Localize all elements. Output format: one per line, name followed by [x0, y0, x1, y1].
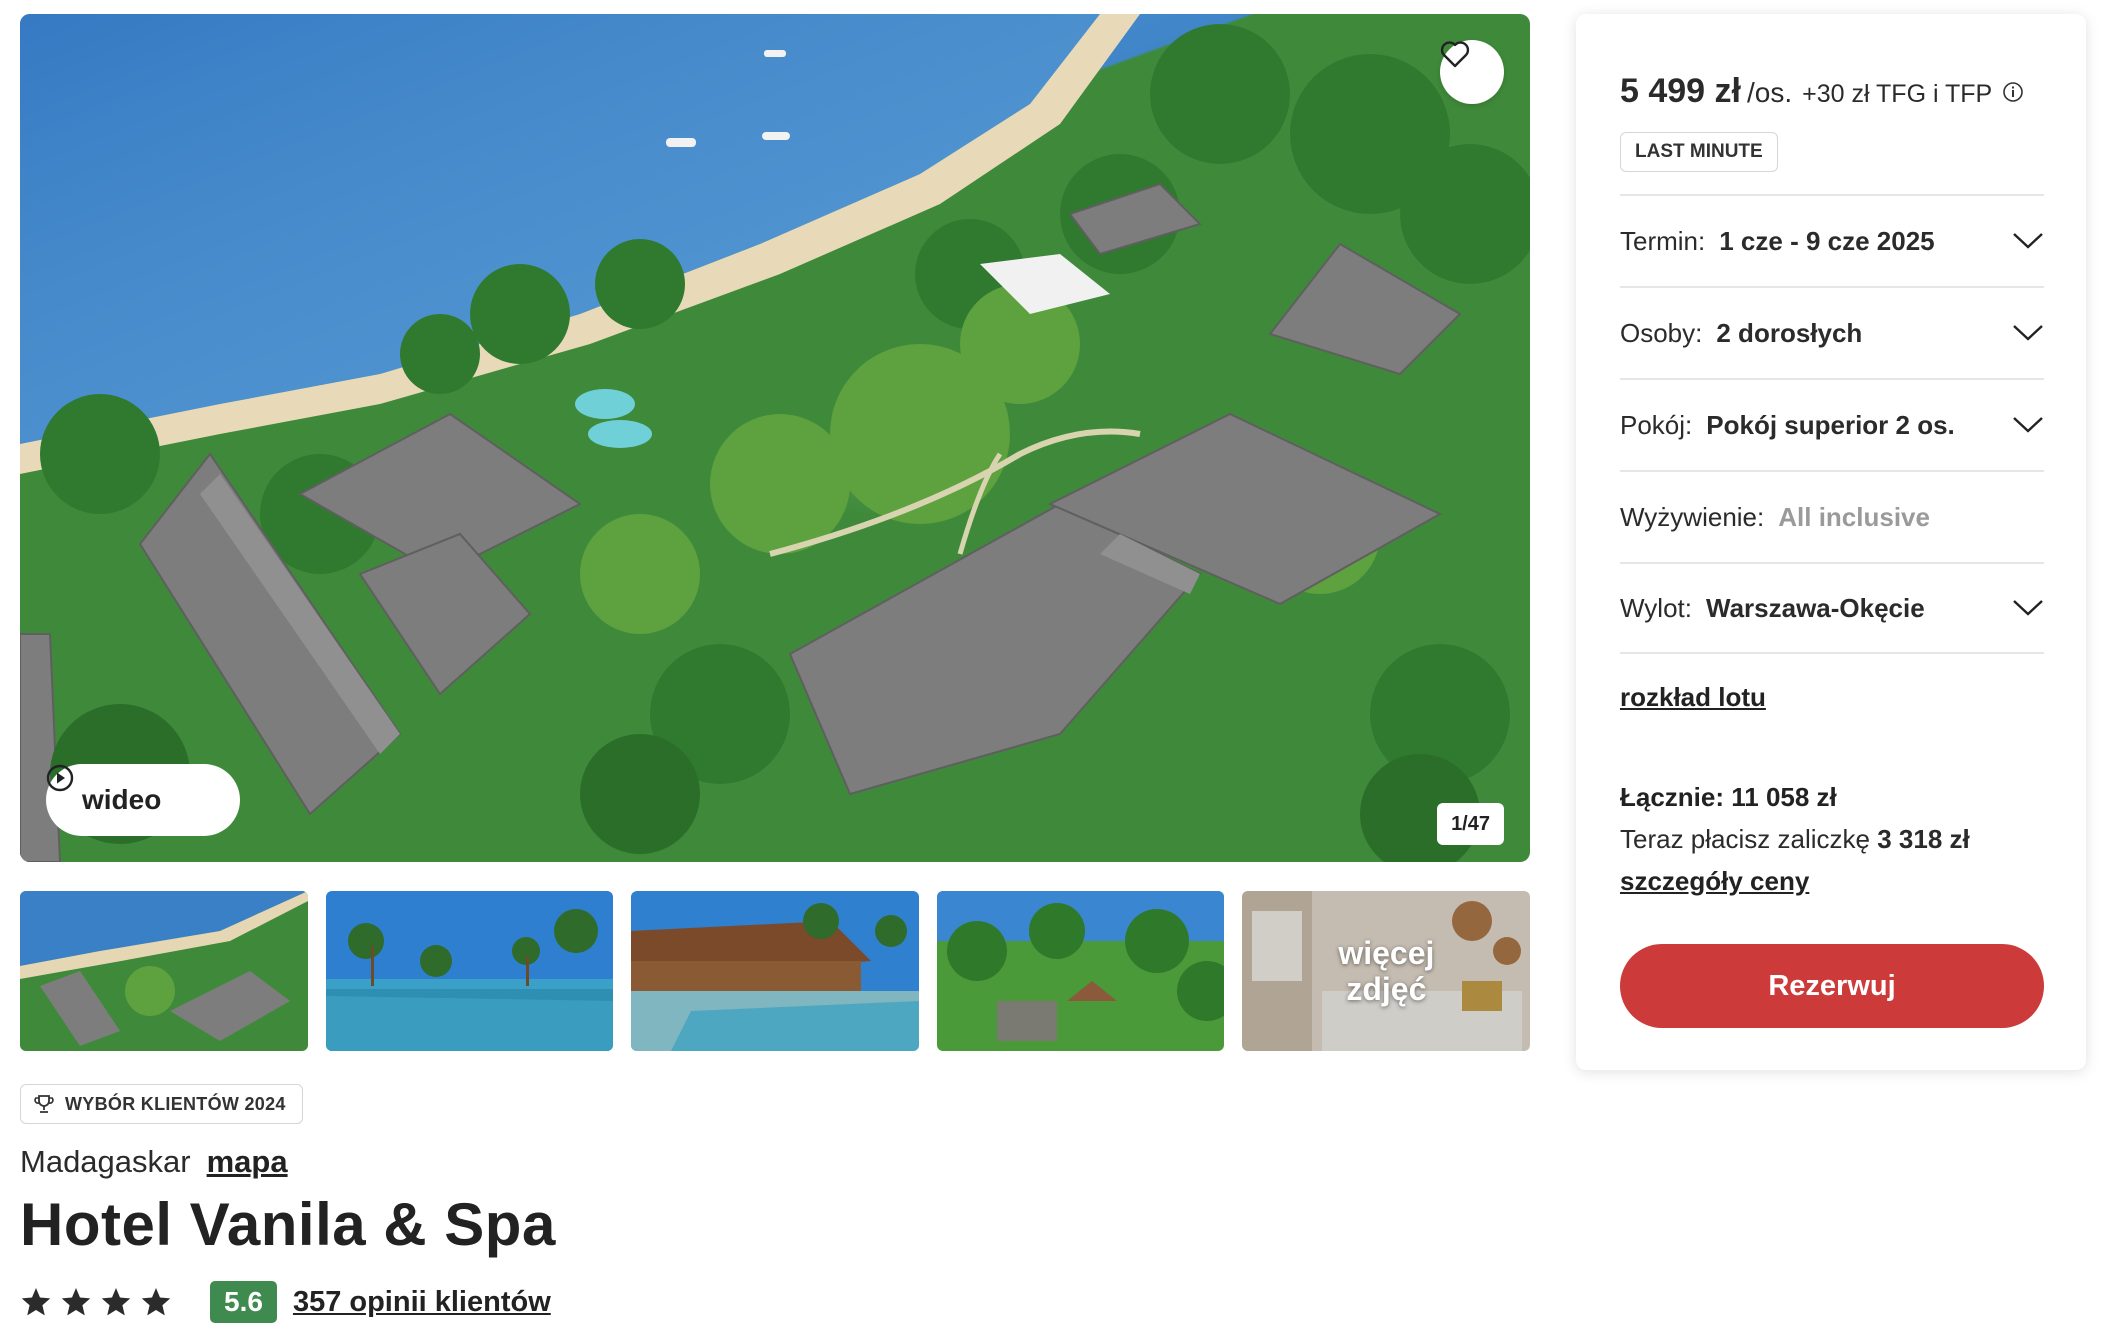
- option-value: Pokój superior 2 os.: [1706, 409, 1955, 440]
- main-photo[interactable]: wideo 1/47: [20, 14, 1530, 862]
- thumbnail-4[interactable]: [936, 891, 1225, 1051]
- option-board: Wyżywienie: All inclusive: [1620, 470, 2044, 562]
- reviews-link[interactable]: 357 opinii klientów: [293, 1286, 551, 1319]
- flight-schedule-link[interactable]: rozkład lotu: [1620, 682, 1766, 713]
- price-extra-fees: +30 zł TFG i TFP: [1802, 80, 1993, 108]
- star-icon: [101, 1288, 131, 1316]
- play-circle-icon: [46, 764, 74, 792]
- favorite-button[interactable]: [1440, 40, 1504, 104]
- thumbnail-strip: więcej zdjęć: [20, 891, 1530, 1051]
- thumbnail-3[interactable]: [631, 891, 919, 1051]
- more-photos-button[interactable]: więcej zdjęć: [1242, 891, 1530, 1051]
- customer-choice-badge: WYBÓR KLIENTÓW 2024: [20, 1084, 303, 1124]
- option-date[interactable]: Termin: 1 cze - 9 cze 2025: [1620, 194, 2044, 286]
- option-departure[interactable]: Wylot: Warszawa-Okęcie: [1620, 562, 2044, 654]
- chevron-down-icon: [2013, 233, 2043, 249]
- hotel-title: Hotel Vanila & Spa: [20, 1191, 556, 1258]
- option-value: All inclusive: [1778, 501, 1930, 532]
- option-value: Warszawa-Okęcie: [1706, 592, 1925, 623]
- review-score-badge: 5.6: [210, 1281, 277, 1323]
- booking-panel: 5 499 zł /os. +30 zł TFG i TFP LAST MINU…: [1576, 14, 2086, 1070]
- total-price: Łącznie: 11 058 zł: [1620, 782, 1837, 812]
- location-name: Madagaskar: [20, 1144, 191, 1179]
- chevron-down-icon: [2013, 417, 2043, 433]
- thumbnail-1[interactable]: [20, 891, 308, 1051]
- price-unit: /os.: [1746, 77, 1793, 108]
- star-icon: [21, 1288, 51, 1316]
- hotel-stars: [20, 1286, 172, 1318]
- video-button[interactable]: wideo: [46, 764, 240, 836]
- option-label: Wylot:: [1620, 592, 1692, 623]
- price-line: 5 499 zł /os. +30 zł TFG i TFP: [1620, 72, 2024, 111]
- photo-counter: 1/47: [1437, 803, 1504, 845]
- rating-row: 5.6 357 opinii klientów: [20, 1280, 551, 1324]
- location-row: Madagaskar mapa: [20, 1144, 288, 1180]
- option-value: 2 dorosłych: [1716, 317, 1863, 348]
- deposit-text: Teraz płacisz zaliczkę: [1620, 824, 1870, 854]
- price-per-person: 5 499 zł: [1620, 72, 1741, 110]
- option-label: Osoby:: [1620, 317, 1703, 348]
- deposit-amount: 3 318 zł: [1877, 824, 1970, 854]
- video-button-label: wideo: [82, 784, 162, 815]
- customer-choice-label: WYBÓR KLIENTÓW 2024: [65, 1093, 286, 1114]
- last-minute-tag: LAST MINUTE: [1620, 132, 1778, 172]
- option-label: Wyżywienie:: [1620, 501, 1765, 532]
- option-persons[interactable]: Osoby: 2 dorosłych: [1620, 286, 2044, 378]
- price-details-link[interactable]: szczegóły ceny: [1620, 866, 1809, 897]
- map-link[interactable]: mapa: [207, 1144, 288, 1180]
- booking-options: Termin: 1 cze - 9 cze 2025 Osoby: 2 dorosł…: [1620, 194, 2044, 654]
- chevron-down-icon: [2013, 325, 2043, 341]
- info-icon[interactable]: [2002, 81, 2024, 103]
- deposit-line: Teraz płacisz zaliczkę 3 318 zł: [1620, 824, 1970, 855]
- chevron-down-icon: [2013, 600, 2043, 616]
- heart-icon: [1440, 41, 1470, 68]
- option-label: Pokój:: [1620, 409, 1693, 440]
- more-photos-label: więcej zdjęć: [1338, 935, 1435, 1007]
- option-room[interactable]: Pokój: Pokój superior 2 os.: [1620, 378, 2044, 470]
- option-value: 1 cze - 9 cze 2025: [1719, 225, 1935, 256]
- aerial-resort-image: [20, 14, 1530, 862]
- star-icon: [61, 1288, 91, 1316]
- star-icon: [141, 1288, 171, 1316]
- trophy-icon: [34, 1095, 54, 1113]
- book-button[interactable]: Rezerwuj: [1620, 944, 2044, 1028]
- option-label: Termin:: [1620, 225, 1706, 256]
- thumbnail-2[interactable]: [325, 891, 614, 1051]
